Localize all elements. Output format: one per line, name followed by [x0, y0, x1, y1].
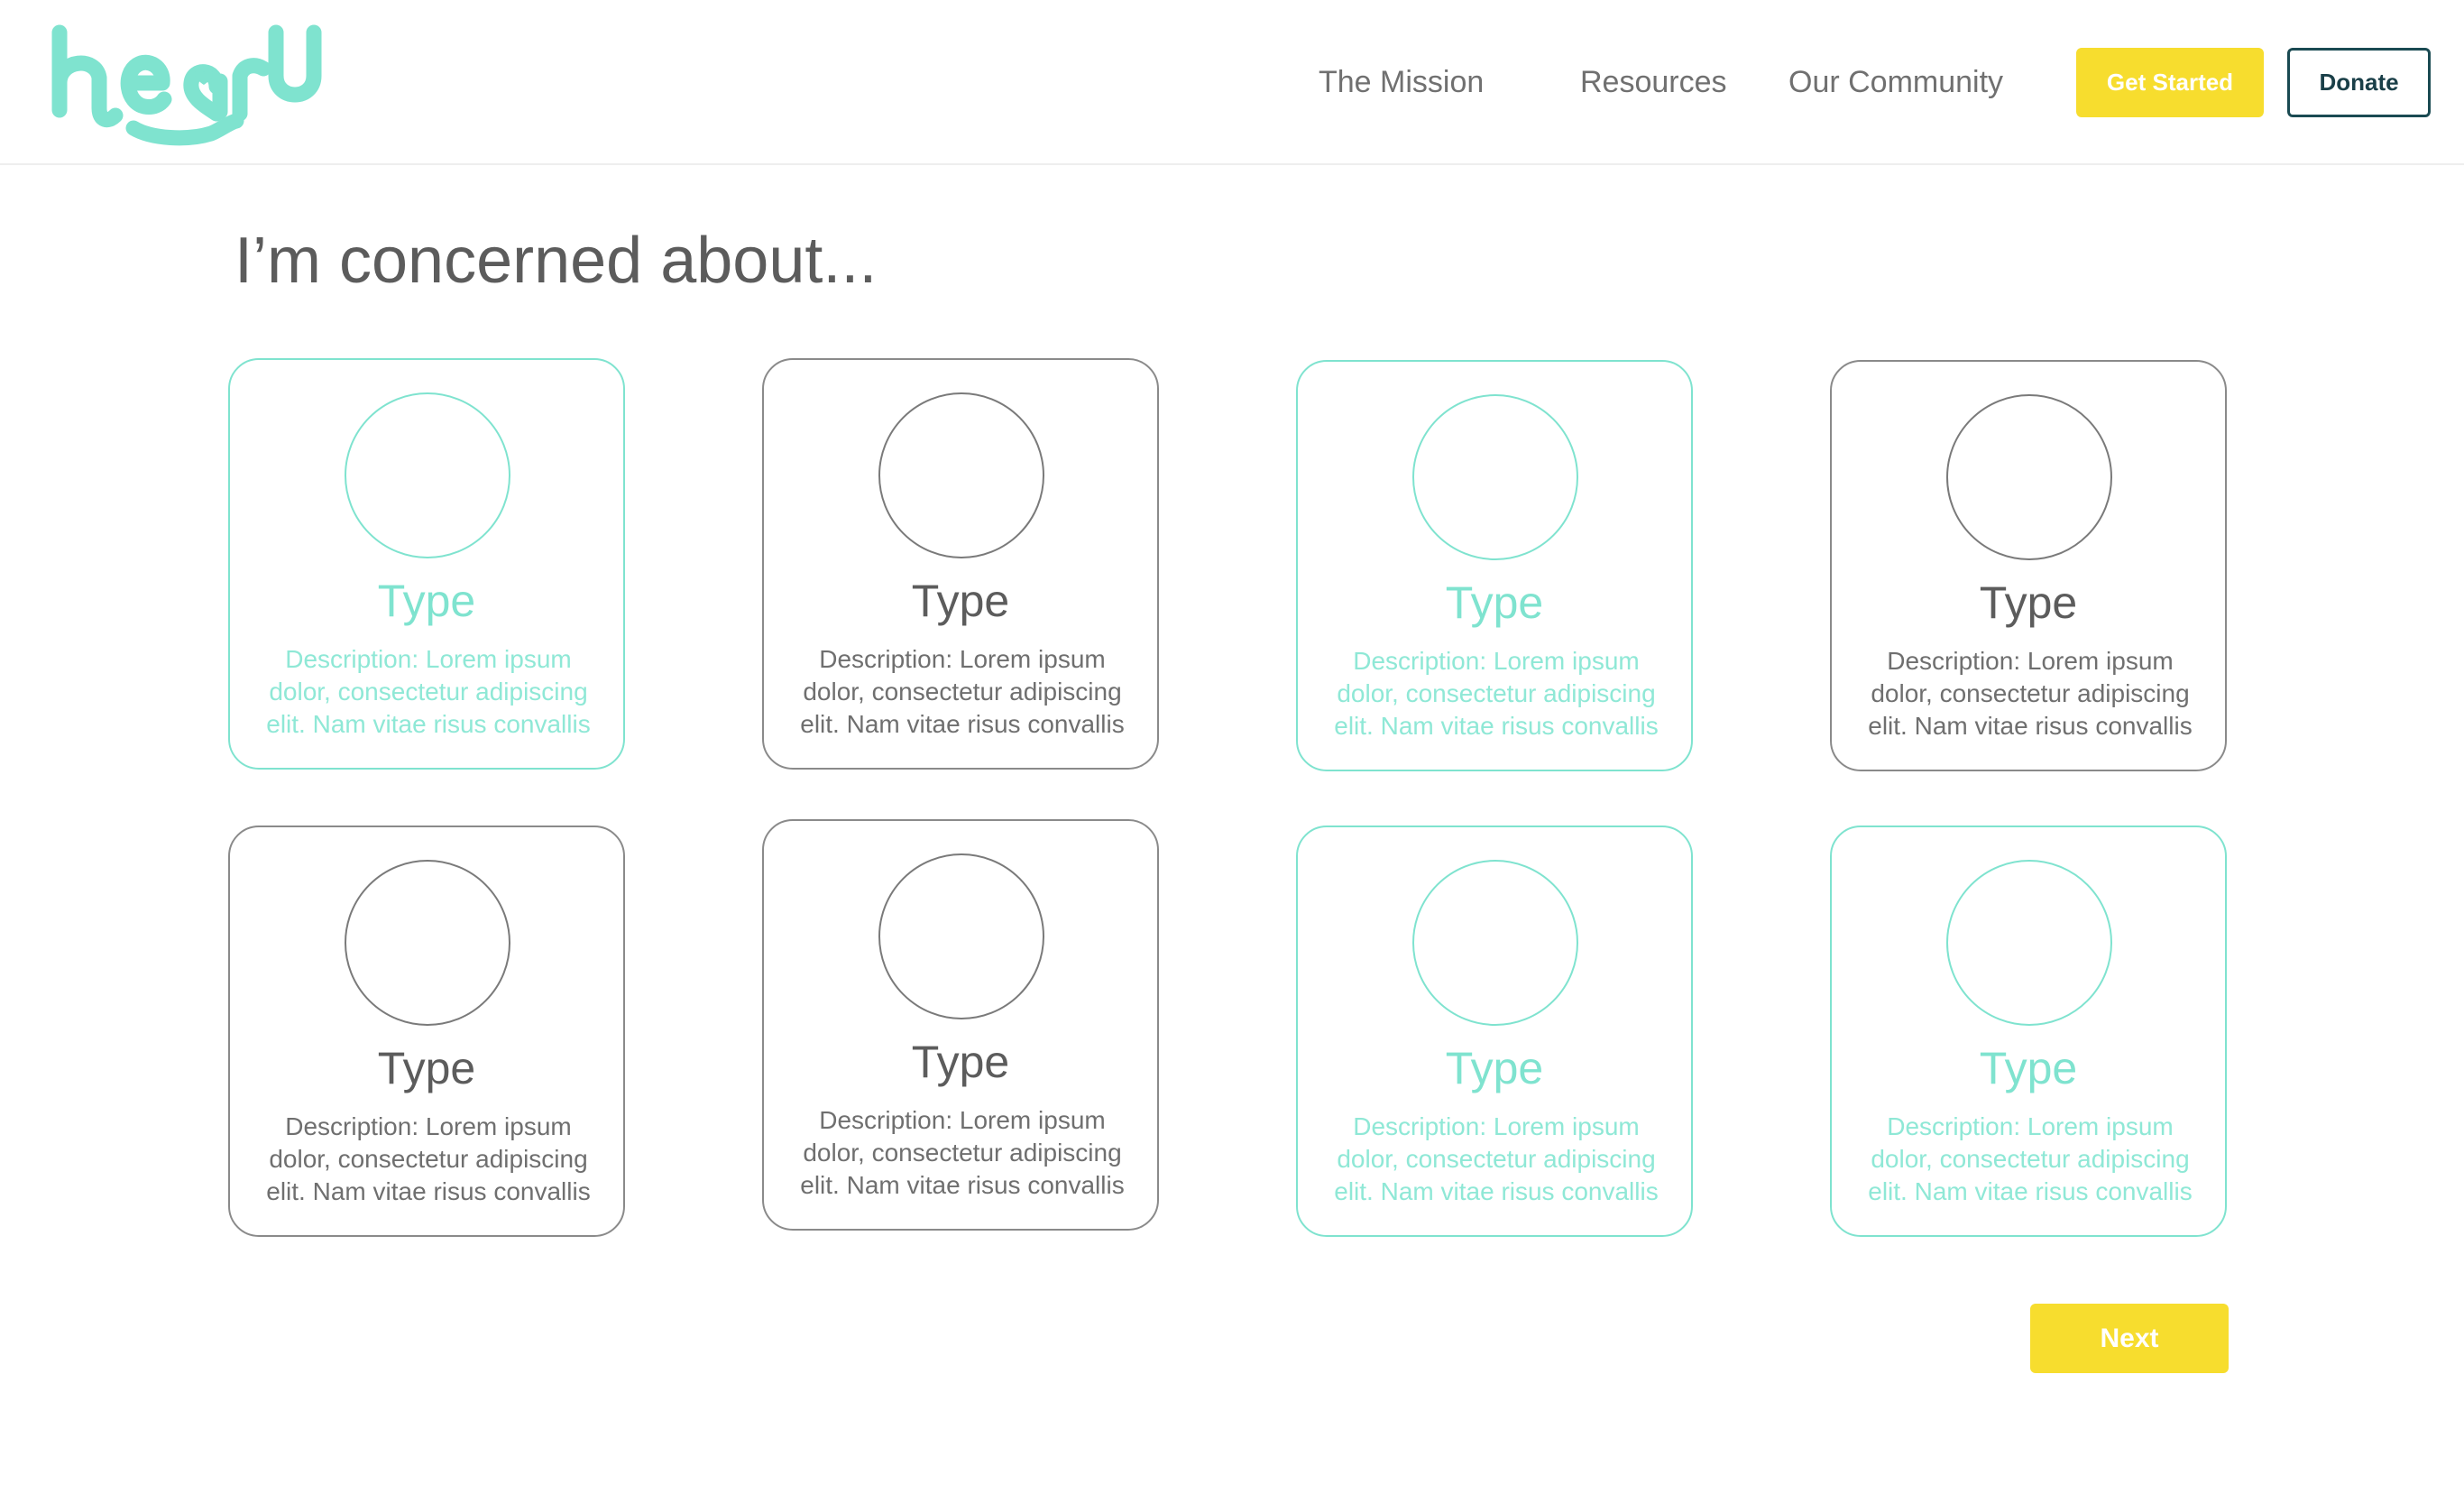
- nav-link-the-mission[interactable]: The Mission: [1319, 65, 1484, 100]
- nav-link-our-community[interactable]: Our Community: [1788, 65, 2003, 100]
- card-type-label: Type: [1979, 1043, 2078, 1093]
- concern-card-3[interactable]: Type Description: Lorem ipsum dolor, con…: [1296, 360, 1693, 771]
- next-button[interactable]: Next: [2030, 1304, 2229, 1373]
- concern-card-2[interactable]: Type Description: Lorem ipsum dolor, con…: [762, 358, 1159, 770]
- nav-link-resources[interactable]: Resources: [1580, 65, 1727, 100]
- site-header: The Mission Resources Our Community Get …: [0, 0, 2464, 165]
- heaarU-logo[interactable]: [43, 20, 323, 146]
- card-description: Description: Lorem ipsum dolor, consecte…: [1868, 1112, 2193, 1205]
- card-description: Description: Lorem ipsum dolor, consecte…: [1334, 1112, 1659, 1205]
- placeholder-circle-icon: [878, 853, 1044, 1019]
- concern-card-4[interactable]: Type Description: Lorem ipsum dolor, con…: [1830, 360, 2227, 771]
- card-description: Description: Lorem ipsum dolor, consecte…: [800, 1106, 1125, 1199]
- card-type-label: Type: [1979, 577, 2078, 628]
- concern-card-6[interactable]: Type Description: Lorem ipsum dolor, con…: [762, 819, 1159, 1231]
- card-type-label: Type: [911, 1037, 1010, 1087]
- placeholder-circle-icon: [1412, 394, 1578, 560]
- concern-card-8[interactable]: Type Description: Lorem ipsum dolor, con…: [1830, 826, 2227, 1237]
- card-description: Description: Lorem ipsum dolor, consecte…: [1868, 647, 2193, 740]
- page-title: I’m concerned about...: [234, 225, 878, 297]
- concern-card-5[interactable]: Type Description: Lorem ipsum dolor, con…: [228, 826, 625, 1237]
- card-type-label: Type: [1445, 577, 1544, 628]
- placeholder-circle-icon: [1946, 394, 2112, 560]
- card-type-label: Type: [911, 576, 1010, 626]
- card-description: Description: Lorem ipsum dolor, consecte…: [266, 1112, 591, 1205]
- card-type-label: Type: [1445, 1043, 1544, 1093]
- card-type-label: Type: [377, 576, 476, 626]
- concern-card-7[interactable]: Type Description: Lorem ipsum dolor, con…: [1296, 826, 1693, 1237]
- card-description: Description: Lorem ipsum dolor, consecte…: [800, 645, 1125, 738]
- placeholder-circle-icon: [1946, 860, 2112, 1026]
- concern-card-1[interactable]: Type Description: Lorem ipsum dolor, con…: [228, 358, 625, 770]
- get-started-button[interactable]: Get Started: [2076, 48, 2264, 117]
- placeholder-circle-icon: [345, 860, 510, 1026]
- placeholder-circle-icon: [345, 392, 510, 558]
- donate-button[interactable]: Donate: [2287, 48, 2431, 117]
- placeholder-circle-icon: [1412, 860, 1578, 1026]
- card-type-label: Type: [377, 1043, 476, 1093]
- card-description: Description: Lorem ipsum dolor, consecte…: [266, 645, 591, 738]
- placeholder-circle-icon: [878, 392, 1044, 558]
- card-description: Description: Lorem ipsum dolor, consecte…: [1334, 647, 1659, 740]
